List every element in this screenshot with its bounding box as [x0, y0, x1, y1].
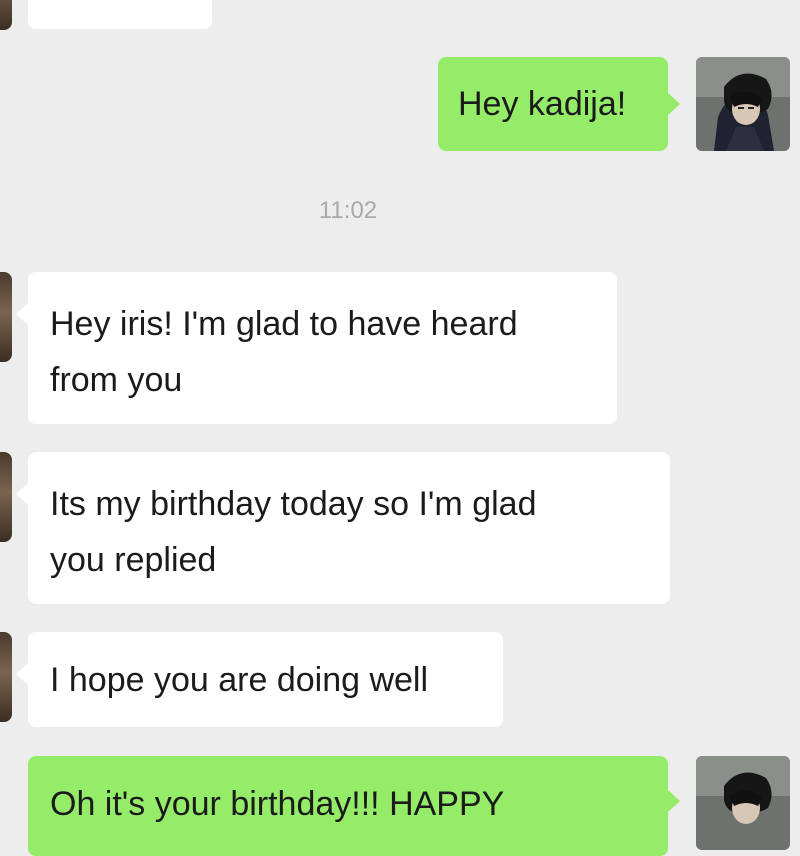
message-bubble-outgoing[interactable]: Hey kadija! — [438, 57, 668, 151]
contact-avatar[interactable] — [0, 452, 12, 542]
bubble-tail — [668, 790, 680, 812]
message-bubble-outgoing[interactable]: Oh it's your birthday!!! HAPPY — [28, 756, 668, 856]
bubble-tail — [16, 303, 28, 325]
timestamp: 11:02 — [318, 197, 378, 224]
bubble-tail — [16, 663, 28, 685]
contact-avatar[interactable] — [0, 632, 12, 722]
user-avatar-icon[interactable] — [696, 756, 790, 850]
message-bubble-incoming[interactable]: Its my birthday today so I'm glad you re… — [28, 452, 670, 604]
message-bubble-incoming-partial[interactable] — [28, 0, 212, 29]
anime-character-avatar — [696, 57, 790, 151]
message-bubble-incoming[interactable]: I hope you are doing well — [28, 632, 503, 727]
bubble-tail — [16, 483, 28, 505]
contact-avatar[interactable] — [0, 0, 12, 30]
bubble-tail — [668, 93, 680, 115]
user-avatar-icon[interactable] — [696, 57, 790, 151]
anime-character-avatar — [696, 756, 790, 850]
contact-avatar[interactable] — [0, 272, 12, 362]
message-bubble-incoming[interactable]: Hey iris! I'm glad to have heard from yo… — [28, 272, 617, 424]
